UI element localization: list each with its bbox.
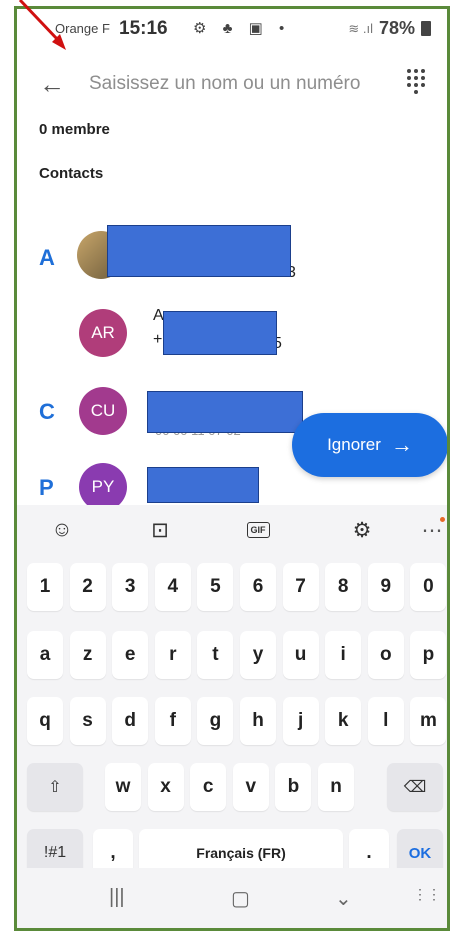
more-icon[interactable]: ⋯ xyxy=(417,515,447,545)
key-j[interactable]: j xyxy=(282,697,319,745)
arrow-right-icon: → xyxy=(390,432,413,457)
notification-icons: ⚙ ♣ ▣ • xyxy=(193,20,291,37)
sticker-icon[interactable]: ⊡ xyxy=(145,515,175,545)
key-2[interactable]: 2 xyxy=(69,563,106,611)
key-x[interactable]: x xyxy=(147,763,184,811)
search-input[interactable] xyxy=(87,67,381,101)
key-1[interactable]: 1 xyxy=(27,563,63,611)
key-a[interactable]: a xyxy=(27,631,63,679)
gif-button[interactable]: GIF xyxy=(243,515,273,545)
key-f[interactable]: f xyxy=(154,697,191,745)
key-s[interactable]: s xyxy=(69,697,106,745)
key-b[interactable]: b xyxy=(275,763,312,811)
dialpad-icon[interactable] xyxy=(407,69,425,95)
redaction-box xyxy=(147,391,303,433)
index-letter: P xyxy=(39,475,54,500)
key-z[interactable]: z xyxy=(69,631,106,679)
navigation-bar: ||| ▢ ⌄ ⋮⋮⋮ xyxy=(17,868,447,928)
keyboard-toolbar: ☺ ⊡ GIF ⚙ ⋯ xyxy=(17,505,447,555)
redaction-box xyxy=(147,467,259,503)
key-y[interactable]: y xyxy=(240,631,276,679)
avatar: PY xyxy=(79,463,127,511)
search-bar: ← xyxy=(17,61,447,107)
settings-icon[interactable]: ⚙ xyxy=(347,515,377,545)
key-c[interactable]: c xyxy=(190,763,227,811)
carrier-label: Orange F xyxy=(55,21,110,36)
skip-button[interactable]: Ignorer → xyxy=(292,413,447,477)
key-w[interactable]: w xyxy=(105,763,141,811)
back-arrow-icon[interactable]: ← xyxy=(39,69,65,100)
key-l[interactable]: l xyxy=(367,697,404,745)
skip-label: Ignorer xyxy=(327,435,381,454)
key-n[interactable]: n xyxy=(318,763,354,811)
battery-level: 78% xyxy=(378,18,415,38)
avatar: AR xyxy=(79,309,127,357)
key-6[interactable]: 6 xyxy=(240,563,276,611)
key-0[interactable]: 0 xyxy=(410,563,447,611)
back-down-icon[interactable]: ⌄ xyxy=(335,886,352,911)
key-8[interactable]: 8 xyxy=(325,563,362,611)
home-icon[interactable]: ▢ xyxy=(231,886,250,911)
key-v[interactable]: v xyxy=(232,763,269,811)
battery-icon xyxy=(421,21,431,36)
key-o[interactable]: o xyxy=(367,631,404,679)
contact-fragment: + xyxy=(153,331,163,348)
contacts-heading: Contacts xyxy=(39,165,104,182)
members-count: 0 membre xyxy=(39,121,110,138)
gif-label: GIF xyxy=(246,522,270,538)
status-bar: Orange F 15:16 ⚙ ♣ ▣ • ≋ .ıl 78% xyxy=(17,9,447,49)
key-u[interactable]: u xyxy=(282,631,319,679)
key-4[interactable]: 4 xyxy=(154,563,191,611)
index-letter: C xyxy=(39,399,55,424)
key-r[interactable]: r xyxy=(154,631,191,679)
key-5[interactable]: 5 xyxy=(197,563,234,611)
redaction-box xyxy=(107,225,291,277)
backspace-key[interactable]: ⌫ xyxy=(387,763,443,811)
key-t[interactable]: t xyxy=(197,631,234,679)
redaction-box xyxy=(163,311,277,355)
key-d[interactable]: d xyxy=(112,697,149,745)
avatar: CU xyxy=(79,387,127,435)
key-3[interactable]: 3 xyxy=(112,563,149,611)
wifi-signal-icon: ≋ .ıl xyxy=(348,20,373,36)
emoji-icon[interactable]: ☺ xyxy=(47,515,77,545)
keyboard-icon[interactable]: ⋮⋮⋮ xyxy=(413,886,447,903)
shift-key[interactable]: ⇧ xyxy=(27,763,83,811)
key-9[interactable]: 9 xyxy=(367,563,404,611)
clock: 15:16 xyxy=(119,18,168,39)
key-m[interactable]: m xyxy=(410,697,447,745)
key-i[interactable]: i xyxy=(325,631,362,679)
key-h[interactable]: h xyxy=(240,697,276,745)
key-k[interactable]: k xyxy=(325,697,362,745)
index-letter: A xyxy=(39,245,55,270)
key-e[interactable]: e xyxy=(112,631,149,679)
phone-screen: Orange F 15:16 ⚙ ♣ ▣ • ≋ .ıl 78% ← 0 mem… xyxy=(14,6,450,931)
key-7[interactable]: 7 xyxy=(282,563,319,611)
status-right: ≋ .ıl 78% xyxy=(348,18,431,39)
key-g[interactable]: g xyxy=(197,697,234,745)
recent-apps-icon[interactable]: ||| xyxy=(109,886,125,909)
key-p[interactable]: p xyxy=(410,631,447,679)
key-q[interactable]: q xyxy=(27,697,63,745)
